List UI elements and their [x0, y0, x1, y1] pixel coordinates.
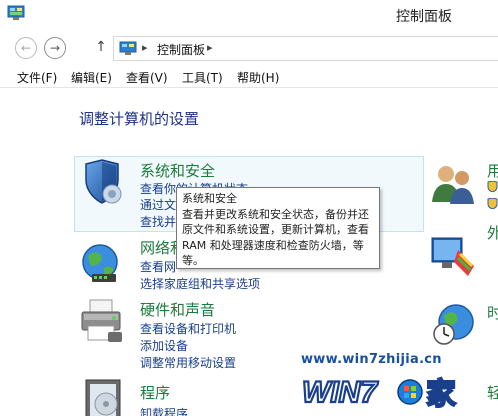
link-mobility-settings[interactable]: 调整常用移动设置: [140, 354, 236, 371]
menu-view[interactable]: 查看(V): [126, 69, 168, 86]
breadcrumb-control-panel[interactable]: 控制面板: [157, 41, 205, 58]
link-uninstall-program[interactable]: 卸载程序: [140, 405, 188, 416]
category-system-security[interactable]: 系统和安全: [140, 160, 215, 181]
forward-button[interactable]: →: [44, 37, 66, 59]
shield-icon: [487, 198, 498, 209]
link-view-network-status[interactable]: 查看网: [140, 258, 176, 275]
menu-edit[interactable]: 编辑(E): [71, 69, 112, 86]
tooltip-body: 查看并更改系统和安全状态，备份并还原文件和系统设置，更新计算机，查看 RAM 和…: [182, 207, 369, 268]
up-arrow-icon: ↑: [95, 39, 107, 55]
watermark-url: www.win7zhijia.cn: [301, 352, 442, 367]
breadcrumb-chevron-icon[interactable]: ▸: [207, 41, 213, 54]
control-panel-icon: [7, 5, 25, 20]
category-user-accounts[interactable]: 用: [487, 160, 498, 181]
users-icon[interactable]: [428, 160, 476, 208]
category-appearance[interactable]: 外: [487, 222, 498, 243]
shield-icon: [487, 181, 498, 192]
watermark: www.win7zhijia.cn WIN7 家: [298, 352, 498, 416]
navigation-bar: ← → ↑ ▸ 控制面板 ▸: [0, 31, 498, 64]
breadcrumb-separator-icon[interactable]: ▸: [142, 41, 148, 54]
link-backup-files[interactable]: 通过文: [140, 196, 176, 213]
network-globe-icon[interactable]: [78, 238, 126, 286]
shield-icon[interactable]: [78, 158, 126, 206]
category-hardware-sound[interactable]: 硬件和声音: [140, 299, 215, 320]
forward-arrow-icon: →: [49, 41, 61, 55]
menu-help[interactable]: 帮助(H): [237, 69, 279, 86]
back-button[interactable]: ←: [15, 37, 37, 59]
link-add-device[interactable]: 添加设备: [140, 337, 188, 354]
menu-tools[interactable]: 工具(T): [182, 69, 223, 86]
category-clock-region[interactable]: 时: [487, 302, 498, 323]
programs-disc-icon[interactable]: [80, 374, 128, 416]
tooltip-title: 系统和安全: [182, 192, 237, 205]
appearance-icon[interactable]: [428, 232, 476, 280]
window-title: 控制面板: [396, 9, 452, 25]
watermark-logo: WIN7 家: [301, 375, 457, 413]
menu-bar: 文件(F) 编辑(E) 查看(V) 工具(T) 帮助(H): [0, 66, 498, 88]
back-arrow-icon: ←: [20, 41, 32, 55]
svg-text:WIN7: WIN7: [302, 376, 378, 409]
up-button[interactable]: ↑: [95, 39, 107, 55]
category-programs[interactable]: 程序: [140, 382, 170, 403]
address-bar[interactable]: ▸ 控制面板 ▸: [113, 36, 498, 61]
printer-icon[interactable]: [78, 296, 126, 344]
svg-text:家: 家: [426, 377, 456, 412]
link-devices-printers[interactable]: 查看设备和打印机: [140, 320, 236, 337]
page-heading: 调整计算机的设置: [79, 110, 200, 128]
menu-file[interactable]: 文件(F): [17, 69, 57, 86]
link-find-fix-problems[interactable]: 查找并: [140, 213, 176, 230]
control-panel-icon: [119, 41, 137, 55]
clock-globe-icon[interactable]: [430, 300, 478, 348]
title-bar: 控制面板: [0, 0, 498, 31]
link-homegroup-sharing[interactable]: 选择家庭组和共享选项: [140, 275, 260, 292]
category-tooltip: 系统和安全 查看并更改系统和安全状态，备份并还原文件和系统设置，更新计算机，查看…: [176, 187, 380, 269]
